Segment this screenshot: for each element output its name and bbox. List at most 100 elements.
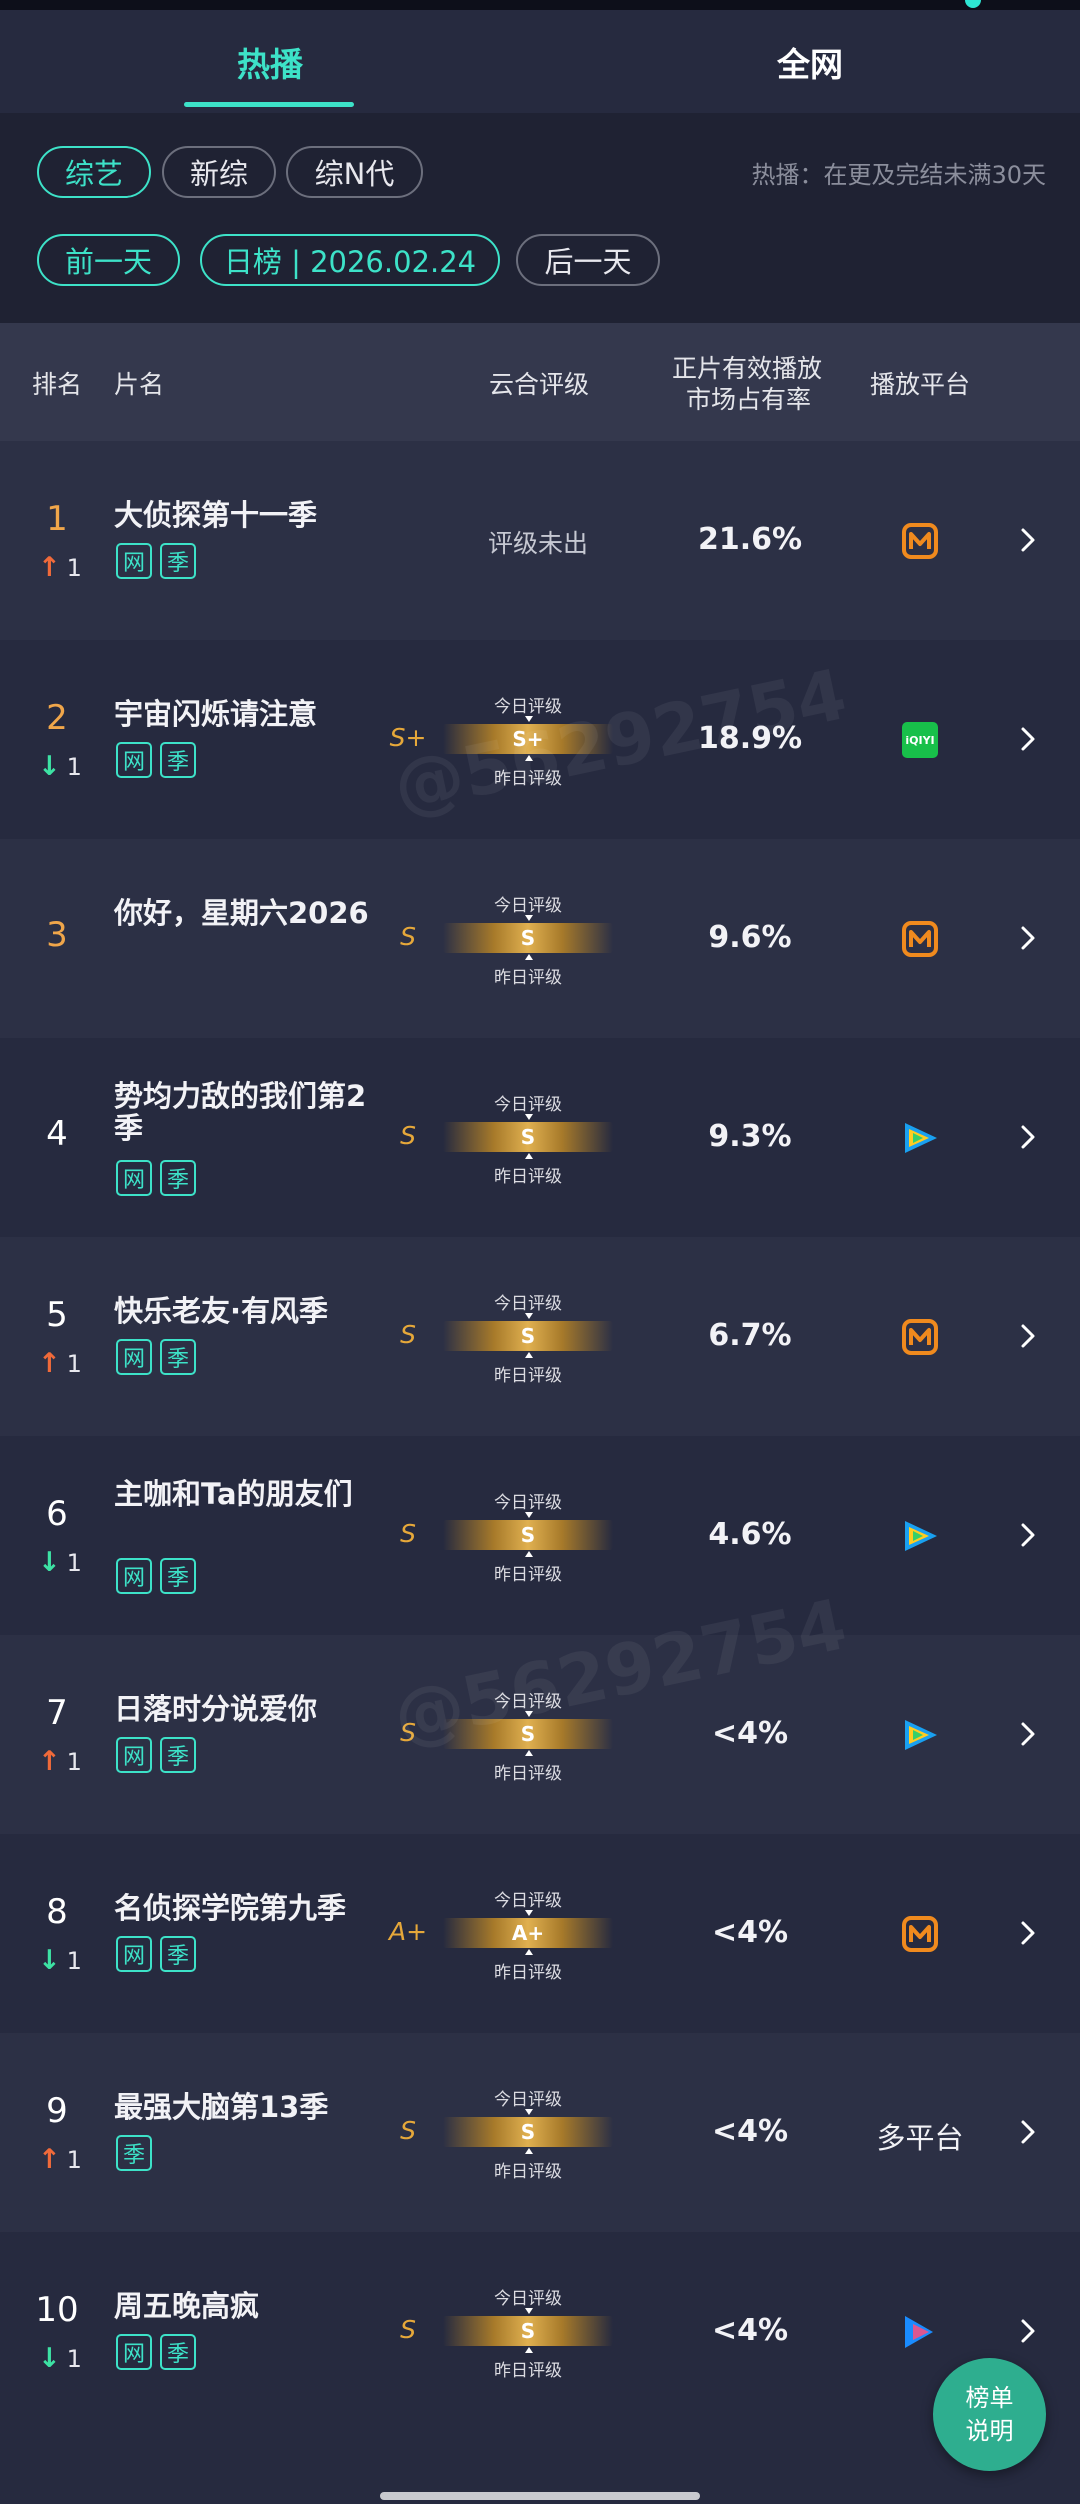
badge-season: 季	[160, 1558, 196, 1594]
fab-label-line1: 榜单	[965, 2383, 1014, 2412]
filter-note: 热播：在更及完结未满30天	[751, 161, 1046, 189]
badge-online: 网	[116, 742, 152, 778]
rank-number: 6	[46, 1494, 68, 1534]
grade-ribbon: S+	[443, 724, 613, 754]
show-title[interactable]: 最强大脑第13季	[114, 2091, 384, 2123]
tencent-logo-icon	[880, 1516, 960, 1556]
ranking-info-button[interactable]: 榜单 说明	[933, 2358, 1046, 2471]
today-grade-label: 今日评级	[494, 1095, 562, 1115]
market-share-value: 6.7%	[708, 1318, 792, 1353]
badge-online: 网	[116, 1558, 152, 1594]
header-share-line2: 市场占有率	[686, 385, 812, 414]
grade-ribbon: S	[443, 1719, 613, 1749]
tab-hot[interactable]: 热播	[180, 38, 360, 86]
table-row[interactable]: 8 ↓ 1 名侦探学院第九季网季 A+ 今日评级 A+ 昨日评级 <4%	[0, 1834, 1080, 2033]
grade-ribbon: S	[443, 1520, 613, 1550]
chevron-right-icon[interactable]	[1015, 1721, 1041, 1747]
table-row[interactable]: 4 势均力敌的我们第2季网季 S 今日评级 S 昨日评级 9.3%	[0, 1038, 1080, 1237]
rank-change: ↑ 1	[38, 1348, 82, 1379]
chevron-right-icon[interactable]	[1015, 726, 1041, 752]
show-title[interactable]: 周五晚高疯	[114, 2290, 384, 2322]
yesterday-grade: S	[400, 922, 416, 951]
date-selector[interactable]: 日榜 | 2026.02.24	[200, 234, 500, 286]
rank-change: ↓ 1	[38, 2343, 82, 2374]
grade-ribbon: S	[443, 923, 613, 953]
table-row[interactable]: 7 ↑ 1 日落时分说爱你网季 S 今日评级 S 昨日评级 <4%	[0, 1635, 1080, 1834]
table-row[interactable]: 9 ↑ 1 最强大脑第13季季 S 今日评级 S 昨日评级 <4% 多平台	[0, 2033, 1080, 2232]
tag-badges: 网季	[116, 1558, 196, 1594]
arrow-down-icon: ↓	[38, 751, 61, 782]
mgtv-logo-icon	[880, 919, 960, 959]
prev-day-button[interactable]: 前一天	[37, 234, 180, 286]
grade-ribbon: S	[443, 1321, 613, 1351]
chevron-right-icon[interactable]	[1015, 1323, 1041, 1349]
market-share-value: 21.6%	[697, 522, 803, 557]
chevron-right-icon[interactable]	[1015, 2318, 1041, 2344]
yesterday-grade-label: 昨日评级	[494, 968, 562, 988]
rank-number: 5	[46, 1295, 68, 1335]
show-title[interactable]: 势均力敌的我们第2季	[114, 1080, 384, 1144]
rank-change-value: 1	[66, 553, 82, 582]
tab-all-network[interactable]: 全网	[720, 38, 900, 86]
tag-badges: 网季	[116, 1936, 196, 1972]
home-indicator	[380, 2492, 700, 2500]
arrow-down-icon: ↓	[38, 1547, 61, 1578]
rank-change: ↓ 1	[38, 1945, 82, 1976]
table-row[interactable]: 10 ↓ 1 周五晚高疯网季 S 今日评级 S 昨日评级 <4%	[0, 2232, 1080, 2431]
grade-ribbon: S	[443, 1122, 613, 1152]
iqiyi-logo-icon: iQIYI	[880, 720, 960, 760]
filter-new-variety[interactable]: 新综	[162, 146, 276, 198]
pointer-up-icon	[525, 755, 533, 761]
tag-badges: 网季	[116, 543, 196, 579]
chevron-right-icon[interactable]	[1015, 2119, 1041, 2145]
next-day-button[interactable]: 后一天	[516, 234, 660, 286]
table-row[interactable]: 5 ↑ 1 快乐老友·有风季网季 S 今日评级 S 昨日评级 6.7%	[0, 1237, 1080, 1436]
chevron-right-icon[interactable]	[1015, 1522, 1041, 1548]
table-row[interactable]: 2 ↓ 1 宇宙闪烁请注意网季 S+ 今日评级 S+ 昨日评级 18.9% iQIYI	[0, 640, 1080, 839]
today-grade-label: 今日评级	[494, 697, 562, 717]
market-share-value: <4%	[711, 1915, 789, 1950]
pointer-up-icon	[525, 1750, 533, 1756]
yesterday-grade: S	[400, 2315, 416, 2344]
table-row[interactable]: 1 ↑ 1 大侦探第十一季网季评级未出 21.6%	[0, 441, 1080, 640]
show-title[interactable]: 快乐老友·有风季	[114, 1295, 384, 1327]
filter-variety[interactable]: 综艺	[37, 146, 151, 198]
yesterday-grade-label: 昨日评级	[494, 1565, 562, 1585]
mgtv-logo-icon	[880, 521, 960, 561]
active-tab-indicator	[184, 102, 354, 107]
top-tab-bar: 热播 全网	[0, 10, 1080, 113]
yesterday-grade: S+	[389, 723, 427, 752]
chevron-right-icon[interactable]	[1015, 1124, 1041, 1150]
today-grade-label: 今日评级	[494, 1493, 562, 1513]
show-title[interactable]: 大侦探第十一季	[114, 499, 384, 531]
rank-number: 2	[46, 698, 68, 738]
show-title[interactable]: 你好，星期六2026	[114, 897, 384, 929]
badge-season: 季	[160, 543, 196, 579]
rank-change-value: 1	[66, 2145, 82, 2174]
tencent-logo-icon	[880, 1118, 960, 1158]
show-title[interactable]: 日落时分说爱你	[114, 1693, 384, 1725]
chevron-right-icon[interactable]	[1015, 1920, 1041, 1946]
tencent-logo-icon	[880, 1715, 960, 1755]
show-title[interactable]: 主咖和Ta的朋友们	[114, 1478, 384, 1510]
today-grade-label: 今日评级	[494, 2289, 562, 2309]
market-share-value: 9.3%	[708, 1119, 792, 1154]
arrow-up-icon: ↑	[38, 2144, 61, 2175]
badge-season: 季	[116, 2135, 152, 2171]
yesterday-grade: S	[400, 1519, 416, 1548]
yesterday-grade-label: 昨日评级	[494, 1167, 562, 1187]
chevron-right-icon[interactable]	[1015, 527, 1041, 553]
rank-number: 4	[46, 1114, 68, 1154]
show-title[interactable]: 名侦探学院第九季	[114, 1892, 384, 1924]
rank-number: 8	[46, 1892, 68, 1932]
rank-change-value: 1	[66, 1349, 82, 1378]
mgtv-logo-icon	[880, 1914, 960, 1954]
show-title[interactable]: 宇宙闪烁请注意	[114, 698, 384, 730]
table-row[interactable]: 6 ↓ 1 主咖和Ta的朋友们网季 S 今日评级 S 昨日评级 4.6%	[0, 1436, 1080, 1635]
today-grade-label: 今日评级	[494, 896, 562, 916]
table-row[interactable]: 3 你好，星期六2026 S 今日评级 S 昨日评级 9.6%	[0, 839, 1080, 1038]
filter-nth-season[interactable]: 综N代	[286, 146, 423, 198]
iqiyi-label: iQIYI	[902, 722, 938, 758]
chevron-right-icon[interactable]	[1015, 925, 1041, 951]
pointer-up-icon	[525, 1352, 533, 1358]
